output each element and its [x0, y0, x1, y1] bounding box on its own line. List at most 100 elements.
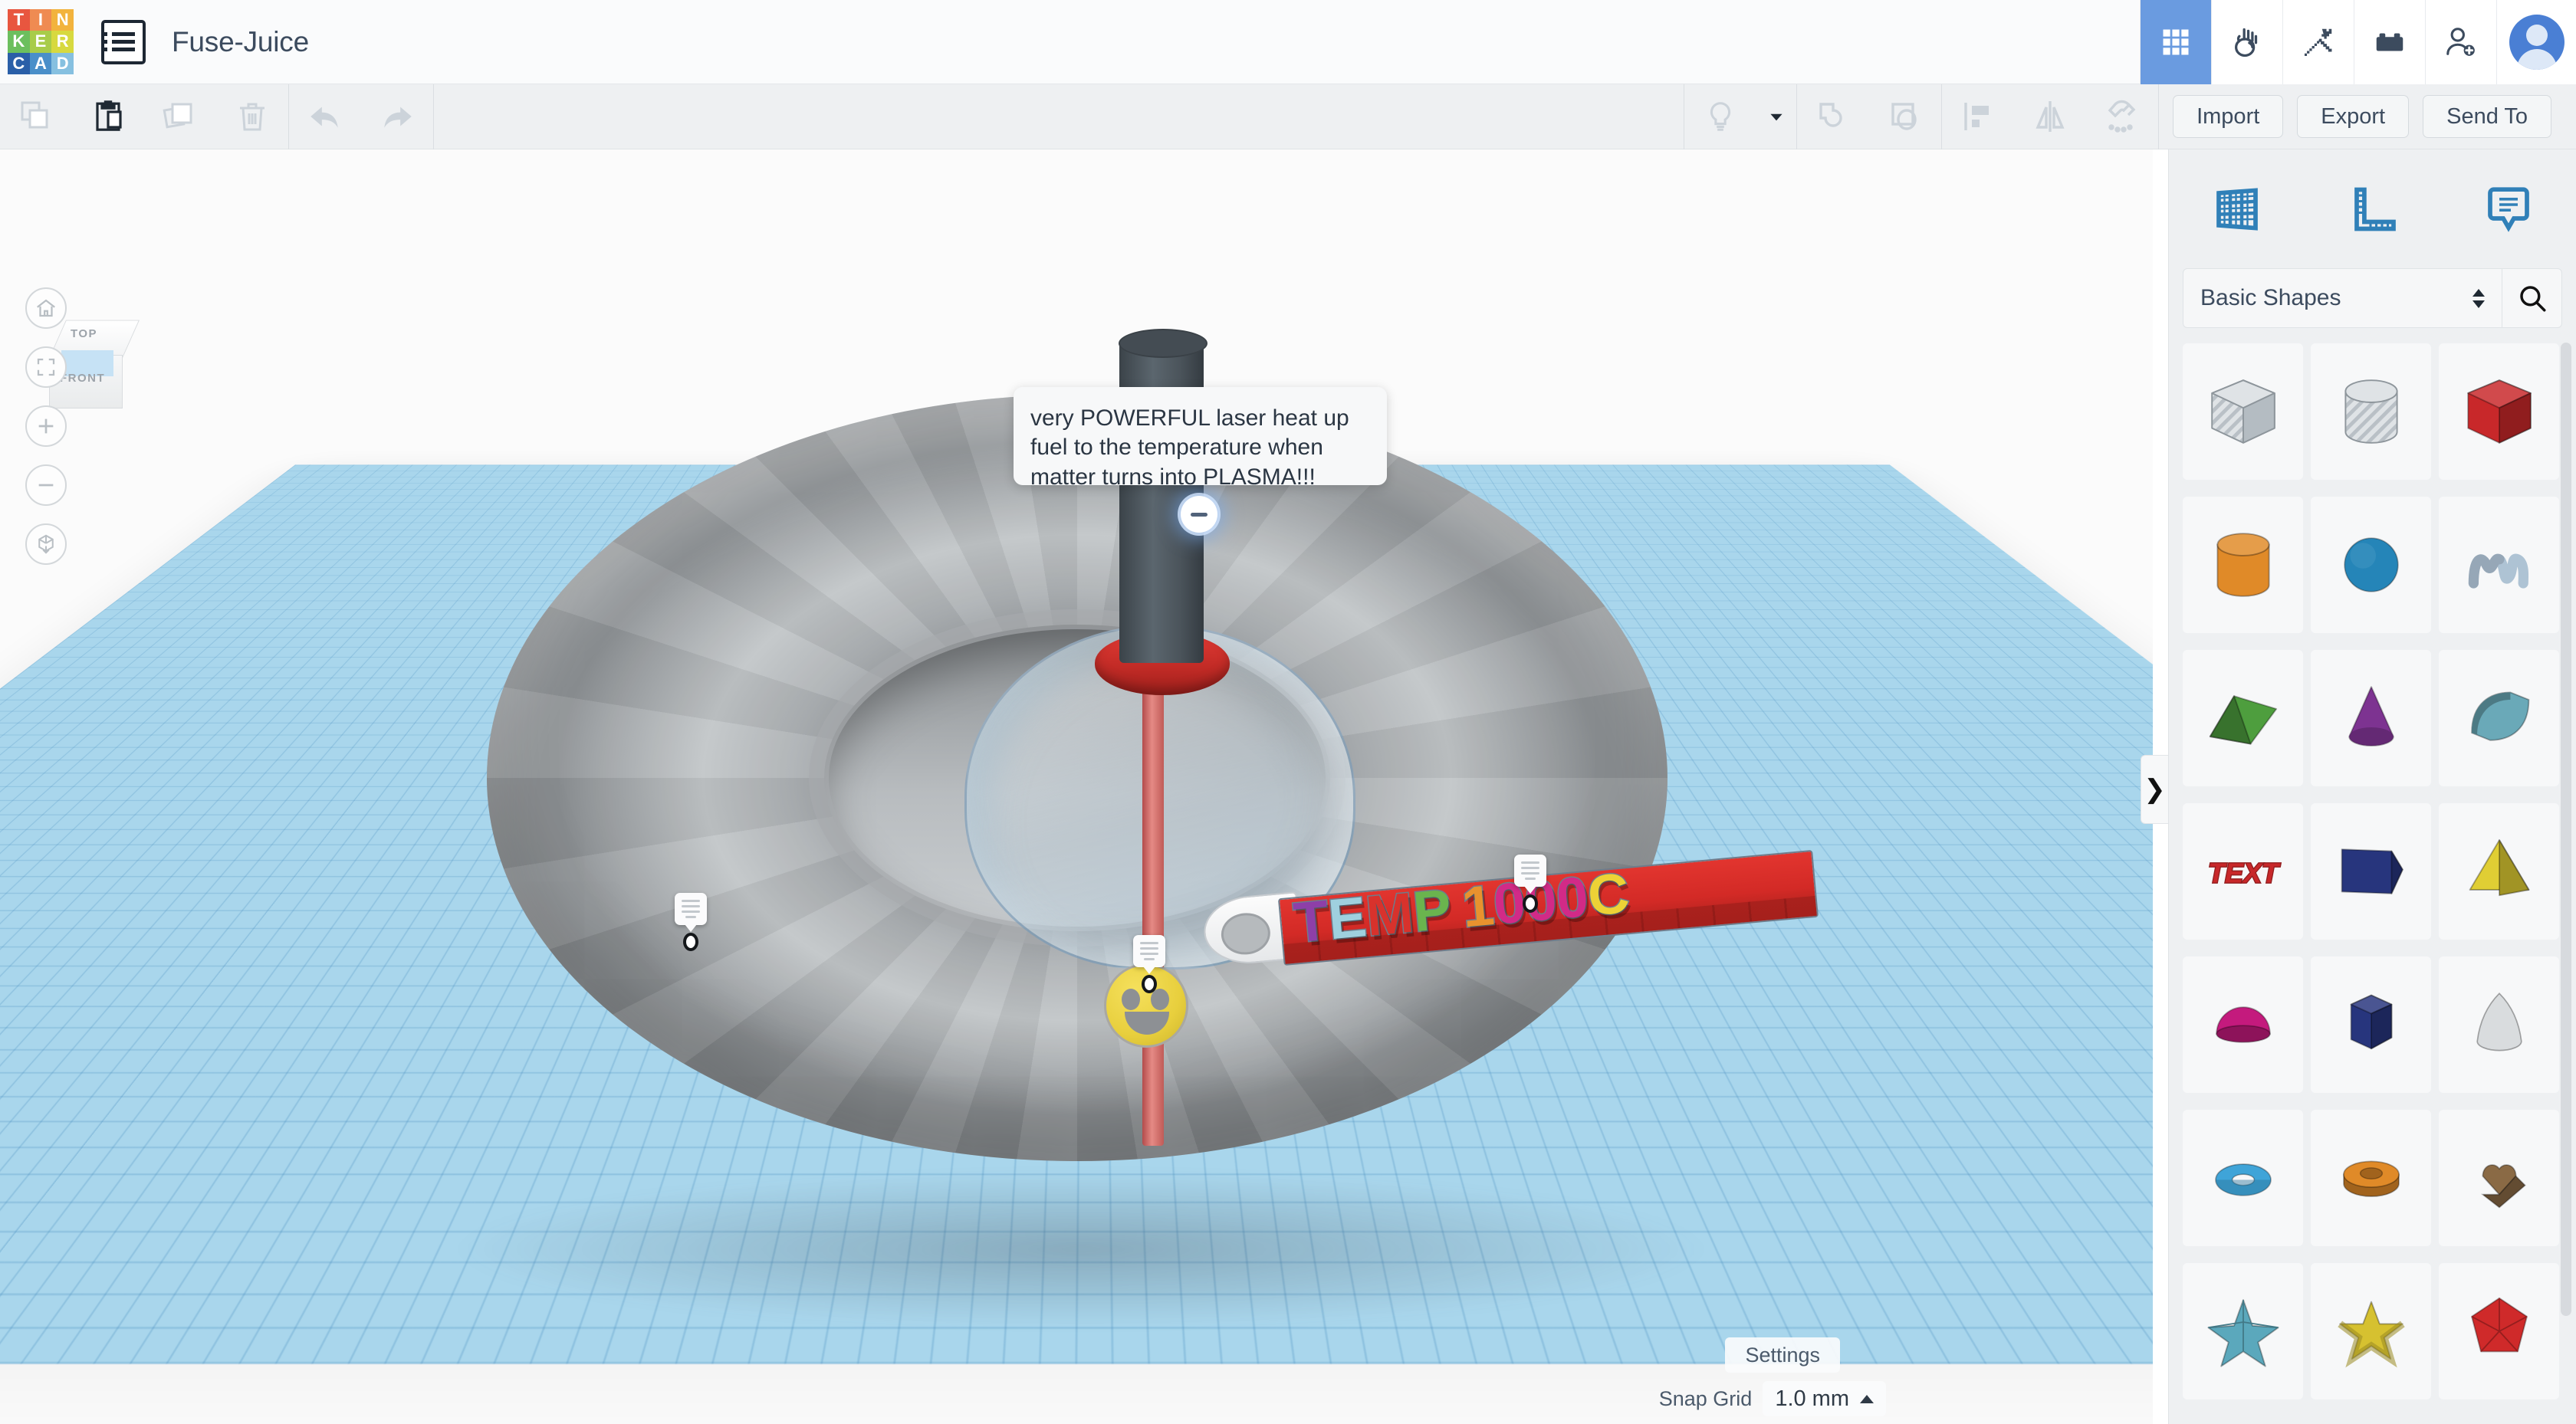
tinkercad-logo[interactable]: TINKERCAD [8, 8, 74, 75]
menu-list-icon[interactable] [101, 19, 146, 64]
lightbulb-icon [1710, 102, 1731, 131]
note-tool[interactable] [2440, 149, 2576, 268]
shape-tube[interactable] [2311, 1110, 2431, 1246]
mirror-button[interactable] [2014, 84, 2086, 149]
import-button[interactable]: Import [2173, 95, 2284, 138]
shape-cone[interactable] [2311, 650, 2431, 786]
home-view-button[interactable] [25, 287, 67, 329]
note-anchor [683, 933, 698, 951]
shape-hex-prism[interactable] [2311, 956, 2431, 1093]
lightbulb-dropdown[interactable] [1756, 84, 1796, 149]
zoom-in-button[interactable] [25, 405, 67, 447]
3d-canvas[interactable]: TEMP 1000C very POWERFUL laser heat up f… [0, 149, 2153, 1424]
group-shapes-icon [1819, 103, 1842, 127]
note-bubble-icon[interactable] [1133, 935, 1165, 967]
shape-roof[interactable] [2183, 650, 2303, 786]
paste-button[interactable] [72, 84, 144, 149]
avatar[interactable] [2509, 15, 2564, 70]
search-icon [2519, 286, 2545, 312]
ruler-tool[interactable] [2305, 149, 2440, 268]
panel-collapse-handle[interactable]: ❯ [2141, 755, 2168, 824]
redo-button[interactable] [361, 84, 433, 149]
align-button[interactable] [1942, 84, 2014, 149]
shape-star-3d[interactable] [2183, 1263, 2303, 1399]
person-add-icon [2446, 28, 2475, 56]
ortho-perspective-button[interactable] [25, 523, 67, 565]
lightbulb-button[interactable] [1684, 84, 1756, 149]
topbar-blocks[interactable] [2354, 0, 2425, 84]
shape-polyhedron[interactable] [2439, 1263, 2559, 1399]
topbar-codeblocks[interactable] [2211, 0, 2282, 84]
trash-icon [240, 103, 264, 131]
delete-button[interactable] [216, 84, 288, 149]
shape-half-cylinder[interactable] [2439, 650, 2559, 786]
group-button[interactable] [1797, 84, 1869, 149]
note-bubble-icon[interactable] [1514, 855, 1546, 887]
note-marker-beam[interactable] [1133, 935, 1165, 993]
shape-box[interactable] [2439, 343, 2559, 480]
mirror-flip-icon [2036, 101, 2065, 132]
send-to-button[interactable]: Send To [2423, 95, 2551, 138]
shape-category-select[interactable]: Basic Shapes [2183, 268, 2502, 328]
chevron-down-icon [1770, 113, 1783, 121]
topbar-designs-grid[interactable] [2140, 0, 2211, 84]
shape-pyramid[interactable] [2439, 803, 2559, 940]
note-marker-keychain[interactable] [1514, 855, 1546, 913]
shape-category-value: Basic Shapes [2200, 285, 2341, 310]
keychain-letter-5: 1 [1458, 872, 1497, 940]
shape-search-button[interactable] [2502, 268, 2562, 328]
duplicate-button[interactable] [144, 84, 216, 149]
note-icon [2487, 186, 2529, 232]
torus-shadow [429, 1169, 1733, 1330]
shape-hemisphere[interactable] [2183, 956, 2303, 1093]
shape-scribble[interactable] [2439, 497, 2559, 633]
note-bubble-icon[interactable] [675, 893, 707, 925]
logo-letter-n: N [51, 8, 74, 31]
shape-torus[interactable] [2183, 1110, 2303, 1246]
ungroup-shapes-icon [1891, 103, 1917, 130]
topbar-invite[interactable] [2425, 0, 2496, 84]
export-button[interactable]: Export [2297, 95, 2410, 138]
shape-paraboloid[interactable] [2439, 956, 2559, 1093]
topbar-minecraft[interactable] [2282, 0, 2354, 84]
minus-icon [38, 484, 54, 487]
cube-arrow-icon [38, 534, 54, 554]
ruler-icon [2354, 187, 2396, 231]
copy-button[interactable] [0, 84, 72, 149]
logo-letter-d: D [51, 52, 74, 75]
avatar-container [2496, 0, 2576, 84]
snap-grid-label: Snap Grid [1658, 1386, 1753, 1410]
undo-button[interactable] [289, 84, 361, 149]
workplane-tool[interactable] [2169, 149, 2305, 268]
workplane-magnet-button[interactable] [2086, 84, 2158, 149]
paste-icon [96, 100, 122, 131]
clipboard-group [0, 84, 288, 149]
hand-codeblocks-icon [2234, 28, 2258, 57]
note-popup[interactable]: very POWERFUL laser heat up fuel to the … [1014, 387, 1387, 485]
shape-sphere[interactable] [2311, 497, 2431, 633]
zoom-out-button[interactable] [25, 464, 67, 506]
shape-library-grid[interactable]: TEXT [2169, 343, 2576, 1409]
laser-beam[interactable] [1142, 678, 1164, 1146]
view-cube-top-label: TOP [71, 327, 98, 340]
keychain-letter-1: E [1325, 884, 1369, 953]
note-marker-torus[interactable] [675, 893, 707, 951]
shape-panel-scrollbar[interactable] [2561, 343, 2571, 1316]
page-title: Fuse-Juice [172, 25, 309, 57]
note-anchor [1523, 894, 1538, 913]
collapse-note-badge[interactable] [1181, 496, 1217, 533]
shape-wedge[interactable] [2311, 803, 2431, 940]
logo-letter-k: K [8, 31, 30, 53]
shape-box-hole[interactable] [2183, 343, 2303, 480]
svg-text:TEXT: TEXT [2207, 857, 2280, 888]
shape-heart[interactable] [2439, 1110, 2559, 1246]
settings-button[interactable]: Settings [1725, 1337, 1840, 1373]
shape-cylinder-hole[interactable] [2311, 343, 2431, 480]
ungroup-button[interactable] [1869, 84, 1941, 149]
shape-star[interactable] [2311, 1263, 2431, 1399]
shape-text[interactable]: TEXT [2183, 803, 2303, 940]
keychain-letter-9: C [1584, 860, 1631, 929]
fit-to-view-button[interactable] [25, 346, 67, 388]
snap-grid-select[interactable]: 1.0 mm [1763, 1381, 1886, 1416]
shape-cylinder[interactable] [2183, 497, 2303, 633]
